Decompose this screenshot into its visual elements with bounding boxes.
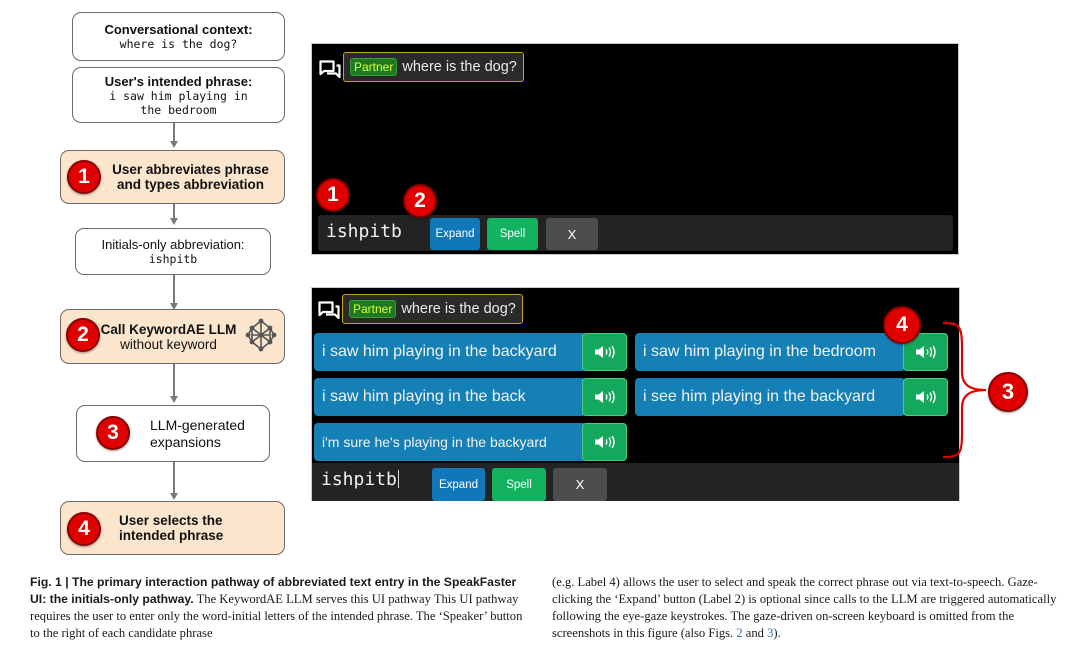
intended-phrase-line1: i saw him playing in <box>109 88 248 103</box>
partner-message: Partner where is the dog? <box>342 294 523 324</box>
partner-message-text: where is the dog? <box>402 59 517 75</box>
candidate-phrase[interactable]: i'm sure he's playing in the backyard <box>314 423 586 461</box>
speaker-icon <box>915 345 936 359</box>
step1-badge: 1 <box>67 160 101 194</box>
figure-caption-right: (e.g. Label 4) allows the user to select… <box>552 574 1057 642</box>
clear-button[interactable]: X <box>546 218 598 250</box>
connector <box>173 364 175 398</box>
chat-bubbles-icon <box>319 60 341 79</box>
connector <box>173 123 175 143</box>
abbreviation-title: Initials-only abbreviation: <box>101 237 245 252</box>
speaker-button[interactable] <box>582 333 627 371</box>
abbreviation-input[interactable]: ishpitb <box>312 463 959 501</box>
speaker-button[interactable] <box>582 378 627 416</box>
caption-end: ). <box>773 626 781 640</box>
step4-badge: 4 <box>67 512 101 546</box>
context-box: Conversational context: where is the dog… <box>72 12 285 61</box>
expand-badge: 2 <box>403 184 437 218</box>
arrowhead <box>170 396 178 403</box>
speaker-icon <box>594 390 615 404</box>
expansions-badge: 3 <box>988 372 1028 412</box>
context-title: Conversational context: <box>104 22 253 37</box>
chat-bubbles-icon <box>318 301 340 320</box>
partner-tag: Partner <box>349 300 397 318</box>
connector <box>173 462 175 495</box>
caption-body-right: (e.g. Label 4) allows the user to select… <box>552 575 1057 640</box>
candidate-phrase[interactable]: i saw him playing in the bedroom <box>635 333 905 371</box>
select-badge: 4 <box>883 306 921 344</box>
step3-badge: 3 <box>96 416 130 450</box>
abbreviation-box: Initials-only abbreviation: ishpitb <box>75 228 271 275</box>
figure-caption-left: Fig. 1 | The primary interaction pathway… <box>30 574 530 642</box>
speaker-icon <box>594 345 615 359</box>
abbreviation-value: ishpitb <box>148 252 198 266</box>
speaker-button[interactable] <box>582 423 627 461</box>
step3-line2: expansions <box>150 433 221 450</box>
speaker-icon <box>594 435 615 449</box>
step1-line2: and types abbreviation <box>116 177 265 192</box>
step1-line1: User abbreviates phrase <box>112 162 269 177</box>
arrowhead <box>170 141 178 148</box>
text-cursor <box>397 470 400 488</box>
candidate-phrase[interactable]: i saw him playing in the back <box>314 378 586 416</box>
partner-message: Partner where is the dog? <box>343 52 524 82</box>
intended-phrase-line2: the bedroom <box>140 102 217 117</box>
arrowhead <box>170 493 178 500</box>
expand-button[interactable]: Expand <box>432 468 485 501</box>
spell-button[interactable]: Spell <box>487 218 538 250</box>
caption-and: and <box>742 626 768 640</box>
expand-button[interactable]: Expand <box>430 218 480 250</box>
connector <box>173 275 175 305</box>
step2-line2: without keyword <box>120 336 217 352</box>
input-badge: 1 <box>316 178 350 212</box>
abbreviation-text: ishpitb <box>321 469 400 490</box>
step4-line1: User selects the <box>119 513 223 528</box>
ui-panel-expansions: Partner where is the dog? i saw him play… <box>311 287 960 501</box>
arrowhead <box>170 218 178 225</box>
intended-phrase-box: User's intended phrase: i saw him playin… <box>72 67 285 123</box>
candidate-phrase[interactable]: i saw him playing in the backyard <box>314 333 586 371</box>
step4-line2: intended phrase <box>119 528 224 543</box>
speaker-icon <box>915 390 936 404</box>
neural-network-icon <box>245 318 277 352</box>
abbreviation-value: ishpitb <box>321 469 397 490</box>
ui-panel-abbreviation-entry: Partner where is the dog? ishpitb Expand… <box>311 43 959 255</box>
context-value: where is the dog? <box>119 37 238 51</box>
step3-line1: LLM-generated <box>150 416 245 433</box>
step2-badge: 2 <box>66 318 100 352</box>
partner-tag: Partner <box>350 58 398 76</box>
spell-button[interactable]: Spell <box>492 468 546 501</box>
clear-button[interactable]: X <box>553 468 607 501</box>
intended-phrase-title: User's intended phrase: <box>104 73 253 89</box>
candidate-phrase[interactable]: i see him playing in the backyard <box>635 378 905 416</box>
partner-message-text: where is the dog? <box>401 301 516 317</box>
step2-line1: Call KeywordAE LLM <box>100 321 237 337</box>
abbreviation-text: ishpitb <box>326 221 402 242</box>
abbreviation-input[interactable]: ishpitb <box>318 215 953 251</box>
expansions-bracket <box>942 321 987 459</box>
